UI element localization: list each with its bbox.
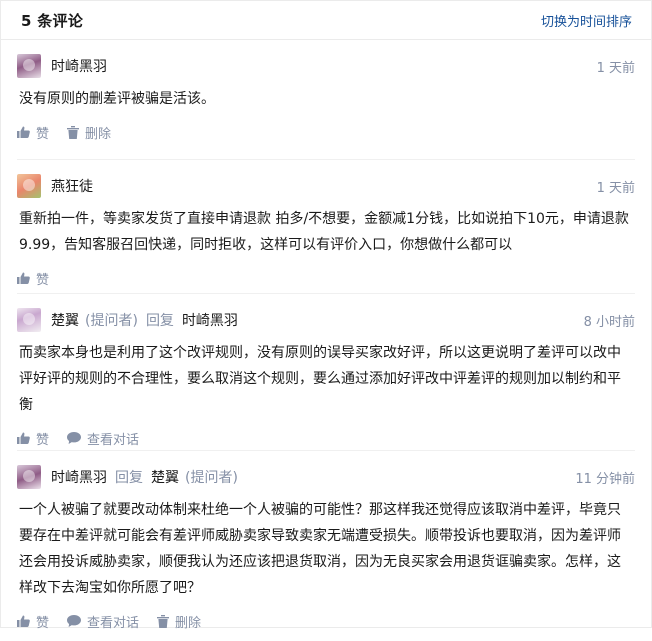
- comment-actions: 赞 删除: [17, 112, 635, 152]
- comment-body: 一个人被骗了就要改动体制来杜绝一个人被骗的可能性？那这样我还觉得应该取消中差评，…: [19, 502, 621, 596]
- comment-header: 楚翼 (提问者) 回复 时崎黑羽 8 小时前: [17, 308, 635, 332]
- reply-word: 回复: [115, 470, 143, 486]
- avatar[interactable]: [17, 54, 41, 78]
- comment-item: 楚翼 (提问者) 回复 时崎黑羽 8 小时前 而卖家本身也是利用了这个改评规则，…: [17, 294, 635, 451]
- thumb-up-icon: [17, 432, 30, 444]
- reply-word: 回复: [145, 313, 174, 329]
- asker-role-badge: (提问者): [185, 470, 238, 486]
- comments-header: 5 条评论 切换为时间排序: [1, 1, 651, 40]
- reply-target-name[interactable]: 时崎黑羽: [182, 310, 238, 330]
- delete-button[interactable]: 删除: [67, 123, 111, 142]
- comment-time: 11 分钟前: [575, 471, 635, 487]
- thumb-up-icon: [17, 615, 30, 627]
- like-button[interactable]: 赞: [17, 429, 49, 448]
- comment-item: 时崎黑羽 1 天前 没有原则的删差评被骗是活该。 赞 删除: [17, 40, 635, 160]
- sort-toggle-link[interactable]: 切换为时间排序: [541, 11, 632, 30]
- author-name[interactable]: 楚翼: [51, 310, 79, 330]
- speech-bubble-icon: [67, 432, 82, 444]
- view-conversation-label: 查看对话: [87, 432, 140, 448]
- trash-icon: [67, 125, 80, 139]
- delete-label: 删除: [85, 126, 112, 142]
- author-name[interactable]: 燕狂徒: [51, 176, 93, 196]
- comment-header: 时崎黑羽 1 天前: [17, 54, 635, 78]
- comment-item: 时崎黑羽 回复 楚翼 (提问者) 11 分钟前 一个人被骗了就要改动体制来杜绝一…: [17, 451, 635, 631]
- comment-time: 1 天前: [596, 180, 635, 196]
- thumb-up-icon: [17, 272, 30, 284]
- like-label: 赞: [36, 272, 50, 288]
- reply-target-name[interactable]: 楚翼: [151, 467, 179, 487]
- like-label: 赞: [36, 126, 50, 142]
- comment-header: 燕狂徒 1 天前: [17, 174, 635, 198]
- speech-bubble-icon: [67, 615, 82, 627]
- author-name[interactable]: 时崎黑羽: [51, 56, 107, 76]
- comment-count: 5 条评论: [21, 11, 84, 30]
- author-name[interactable]: 时崎黑羽: [51, 467, 107, 487]
- avatar[interactable]: [17, 174, 41, 198]
- comment-actions: 赞: [17, 258, 635, 298]
- comment-time: 8 小时前: [583, 314, 635, 330]
- comment-body: 而卖家本身也是利用了这个改评规则，没有原则的误导买家改好评，所以这更说明了差评可…: [19, 345, 621, 413]
- comment-body: 重新拍一件，等卖家发货了直接申请退款 拍多/不想要，金额减1分钱，比如说拍下10…: [19, 211, 629, 253]
- view-conversation-button[interactable]: 查看对话: [67, 429, 139, 448]
- like-button[interactable]: 赞: [17, 269, 49, 288]
- thumb-up-icon: [17, 126, 30, 138]
- like-button[interactable]: 赞: [17, 123, 49, 142]
- comment-header: 时崎黑羽 回复 楚翼 (提问者) 11 分钟前: [17, 465, 635, 489]
- like-label: 赞: [36, 432, 50, 448]
- comment-actions: 赞 查看对话 删除: [17, 601, 635, 641]
- avatar[interactable]: [17, 308, 41, 332]
- comment-item: 燕狂徒 1 天前 重新拍一件，等卖家发货了直接申请退款 拍多/不想要，金额减1分…: [17, 160, 635, 294]
- avatar[interactable]: [17, 465, 41, 489]
- comment-body: 没有原则的删差评被骗是活该。: [19, 91, 215, 107]
- trash-icon: [157, 614, 170, 628]
- asker-role-badge: (提问者): [85, 313, 138, 329]
- comments-panel: 5 条评论 切换为时间排序 时崎黑羽 1 天前 没有原则的删差评被骗是活该。 赞…: [0, 0, 652, 631]
- comment-time: 1 天前: [596, 60, 635, 76]
